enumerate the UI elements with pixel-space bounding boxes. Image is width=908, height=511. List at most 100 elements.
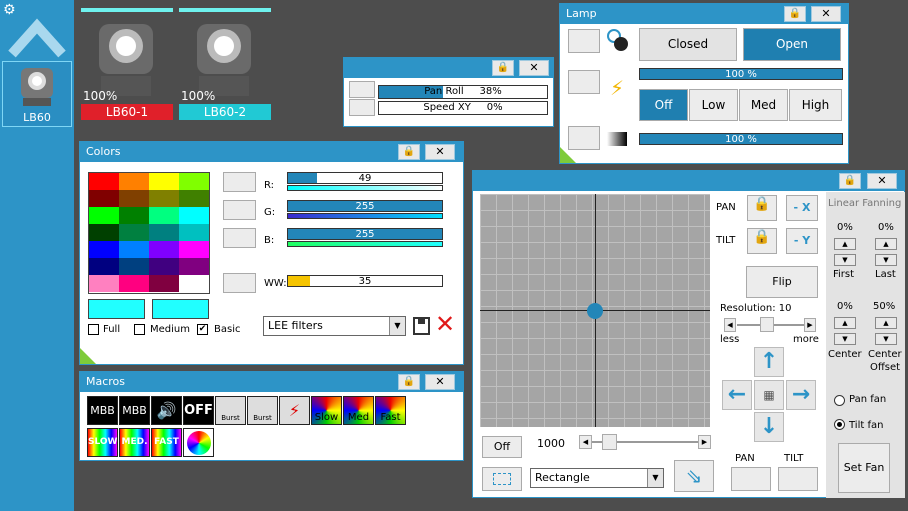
full-checkbox[interactable] bbox=[88, 324, 99, 335]
chevron-down-icon[interactable]: ▼ bbox=[389, 317, 405, 335]
arrow-down-icon[interactable]: ↓ bbox=[754, 412, 784, 442]
speaker-icon[interactable]: 🔊 bbox=[151, 396, 182, 425]
tilt-lock-icon[interactable]: 🔒 bbox=[747, 228, 777, 254]
pan-lock-icon[interactable]: 🔒 bbox=[747, 195, 777, 221]
palette-swatch[interactable] bbox=[149, 224, 179, 241]
palette-swatch[interactable] bbox=[179, 224, 209, 241]
res-right-arrow[interactable]: ▶ bbox=[804, 318, 816, 332]
offset-down-icon[interactable]: ▼ bbox=[875, 333, 897, 345]
palette-swatch[interactable] bbox=[179, 173, 209, 190]
pan-bottom-button[interactable] bbox=[731, 467, 771, 491]
close-icon[interactable]: ✕ bbox=[425, 374, 455, 390]
red-button[interactable] bbox=[223, 172, 256, 192]
macro-med[interactable]: Med bbox=[343, 396, 374, 425]
fixture-lb60-1[interactable]: 100% LB60-1 bbox=[81, 8, 173, 122]
lamp-button[interactable] bbox=[568, 70, 600, 94]
palette-swatch[interactable] bbox=[149, 173, 179, 190]
palette-swatch[interactable] bbox=[179, 207, 209, 224]
macro-burst-2[interactable]: Burst bbox=[247, 396, 278, 425]
palette-swatch[interactable] bbox=[89, 207, 119, 224]
palette-swatch[interactable] bbox=[179, 275, 209, 292]
position-dot[interactable] bbox=[587, 302, 603, 319]
open-button[interactable]: Open bbox=[743, 28, 841, 61]
palette-swatch[interactable] bbox=[119, 258, 149, 275]
speed-button[interactable] bbox=[349, 99, 375, 116]
center-down-icon[interactable]: ▼ bbox=[834, 333, 856, 345]
palette-swatch[interactable] bbox=[89, 241, 119, 258]
ww-slider[interactable]: 35 bbox=[287, 275, 443, 287]
chevron-down-icon[interactable]: ▼ bbox=[647, 469, 663, 487]
palette-swatch[interactable] bbox=[149, 207, 179, 224]
palette-swatch[interactable] bbox=[89, 190, 119, 207]
ww-button[interactable] bbox=[223, 273, 256, 293]
macro-burst-1[interactable]: Burst bbox=[215, 396, 246, 425]
color-palette[interactable] bbox=[88, 172, 210, 294]
lock-icon[interactable]: 🔒 bbox=[398, 144, 420, 160]
palette-swatch[interactable] bbox=[149, 241, 179, 258]
speed-slider[interactable]: Speed XY 0% bbox=[378, 101, 548, 115]
palette-swatch[interactable] bbox=[119, 241, 149, 258]
closed-button[interactable]: Closed bbox=[639, 28, 737, 61]
palette-swatch[interactable] bbox=[89, 275, 119, 292]
palette-swatch[interactable] bbox=[149, 258, 179, 275]
speed-left-arrow[interactable]: ◀ bbox=[579, 435, 592, 449]
offset-up-icon[interactable]: ▲ bbox=[875, 317, 897, 329]
macro-slow-rainbow[interactable]: SLOW bbox=[87, 428, 118, 457]
intensity-slider-2[interactable]: 100 % bbox=[639, 133, 843, 145]
palette-swatch[interactable] bbox=[119, 275, 149, 292]
resolution-thumb[interactable] bbox=[760, 317, 774, 332]
close-icon[interactable]: ✕ bbox=[811, 6, 841, 22]
color-wheel-icon[interactable] bbox=[183, 428, 214, 457]
medium-checkbox[interactable] bbox=[134, 324, 145, 335]
close-icon[interactable]: ✕ bbox=[519, 60, 549, 76]
fixture-lb60-2[interactable]: 100% LB60-2 bbox=[179, 8, 271, 122]
med-button[interactable]: Med bbox=[739, 89, 788, 121]
off-button[interactable]: Off bbox=[639, 89, 688, 121]
blue-button[interactable] bbox=[223, 228, 256, 248]
swap-arrows-icon[interactable]: ⇘ bbox=[674, 460, 714, 492]
first-down-icon[interactable]: ▼ bbox=[834, 254, 856, 266]
last-down-icon[interactable]: ▼ bbox=[875, 254, 897, 266]
low-button[interactable]: Low bbox=[689, 89, 738, 121]
close-icon[interactable]: ✕ bbox=[425, 144, 455, 160]
close-icon[interactable]: ✕ bbox=[867, 173, 897, 189]
macro-fast[interactable]: Fast bbox=[375, 396, 406, 425]
off-button[interactable]: Off bbox=[482, 436, 522, 458]
palette-swatch[interactable] bbox=[119, 224, 149, 241]
macro-slow[interactable]: Slow bbox=[311, 396, 342, 425]
center-up-icon[interactable]: ▲ bbox=[834, 317, 856, 329]
lock-icon[interactable]: 🔒 bbox=[839, 173, 861, 189]
color-swatch-1[interactable] bbox=[88, 299, 145, 319]
basic-checkbox[interactable]: ✔ bbox=[197, 324, 208, 335]
flip-button[interactable]: Flip bbox=[746, 266, 818, 298]
palette-swatch[interactable] bbox=[179, 241, 209, 258]
pan-roll-button[interactable] bbox=[349, 81, 375, 98]
pan-tilt-grid[interactable] bbox=[480, 194, 710, 427]
red-slider[interactable]: 49 bbox=[287, 172, 443, 184]
tilt-bottom-button[interactable] bbox=[778, 467, 818, 491]
arrow-left-icon[interactable]: ← bbox=[722, 380, 752, 410]
palette-swatch[interactable] bbox=[119, 173, 149, 190]
arrow-right-icon[interactable]: → bbox=[786, 380, 816, 410]
minus-y-button[interactable]: - Y bbox=[786, 228, 818, 254]
macro-mbb-slash[interactable]: MBB bbox=[119, 396, 150, 425]
palette-swatch[interactable] bbox=[179, 258, 209, 275]
palette-swatch[interactable] bbox=[149, 190, 179, 207]
res-left-arrow[interactable]: ◀ bbox=[724, 318, 736, 332]
lock-icon[interactable]: 🔒 bbox=[492, 60, 514, 76]
add-corner-icon[interactable] bbox=[80, 348, 96, 364]
intensity-slider-1[interactable]: 100 % bbox=[639, 68, 843, 80]
minus-x-button[interactable]: - X bbox=[786, 195, 818, 221]
macro-off[interactable]: OFF bbox=[183, 396, 214, 425]
arrow-up-icon[interactable]: ↑ bbox=[754, 347, 784, 377]
palette-swatch[interactable] bbox=[119, 207, 149, 224]
palette-swatch[interactable] bbox=[89, 258, 119, 275]
lightning-macro-icon[interactable]: ⚡ bbox=[279, 396, 310, 425]
lock-icon[interactable]: 🔒 bbox=[784, 6, 806, 22]
color-swatch-2[interactable] bbox=[152, 299, 209, 319]
blue-slider[interactable]: 255 bbox=[287, 228, 443, 240]
center-grid-icon[interactable]: ▦ bbox=[754, 380, 784, 410]
set-fan-button[interactable]: Set Fan bbox=[838, 443, 890, 493]
lock-icon[interactable]: 🔒 bbox=[398, 374, 420, 390]
palette-swatch[interactable] bbox=[179, 190, 209, 207]
